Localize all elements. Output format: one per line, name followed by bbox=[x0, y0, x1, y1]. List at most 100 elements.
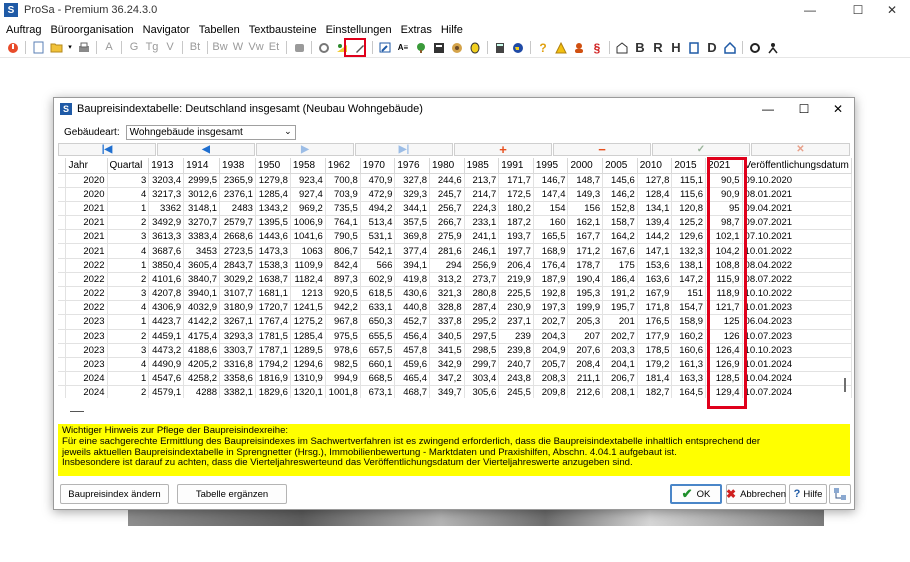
table-cell[interactable]: 1720,7 bbox=[255, 300, 291, 316]
table-cell[interactable]: 160,2 bbox=[671, 329, 707, 344]
column-header[interactable]: 1991 bbox=[498, 158, 534, 174]
table-cell[interactable]: 897,3 bbox=[325, 272, 361, 288]
table-cell[interactable]: 927,4 bbox=[290, 187, 326, 202]
table-cell[interactable]: 369,8 bbox=[394, 229, 430, 245]
table-cell[interactable]: 219,9 bbox=[498, 272, 534, 288]
paragraph-icon[interactable]: § bbox=[590, 41, 604, 55]
toolbar-letter-w[interactable]: W bbox=[231, 41, 245, 55]
table-cell[interactable]: 4459,1 bbox=[148, 329, 185, 344]
table-cell[interactable]: 240,7 bbox=[498, 357, 534, 373]
toolbar-letter-bw[interactable]: Bw bbox=[212, 41, 227, 55]
extend-table-button[interactable]: Tabelle ergänzen bbox=[177, 484, 287, 504]
table-cell[interactable]: 161,3 bbox=[671, 357, 707, 373]
table-cell[interactable]: 2024 bbox=[65, 385, 108, 398]
gebaeudeart-select[interactable]: Wohngebäude insgesamt ⌄ bbox=[125, 124, 296, 140]
refresh-icon[interactable] bbox=[748, 41, 762, 55]
calculator-grid-icon[interactable] bbox=[432, 41, 446, 55]
table-cell[interactable]: 147,1 bbox=[637, 243, 673, 259]
table-cell[interactable]: 1275,2 bbox=[290, 314, 326, 330]
table-cell[interactable]: 1 bbox=[107, 258, 150, 273]
table-cell[interactable]: 513,4 bbox=[360, 215, 396, 231]
table-cell[interactable]: 327,8 bbox=[394, 173, 430, 188]
table-cell[interactable]: 214,7 bbox=[464, 187, 500, 202]
table-cell[interactable]: 10.10.2022 bbox=[742, 286, 852, 302]
tools-icon[interactable] bbox=[317, 41, 331, 55]
table-cell[interactable]: 806,7 bbox=[325, 243, 361, 259]
table-cell[interactable]: 213,7 bbox=[464, 173, 500, 188]
table-cell[interactable]: 2 bbox=[107, 272, 150, 288]
table-cell[interactable]: 164,2 bbox=[602, 229, 638, 245]
table-cell[interactable]: 294 bbox=[429, 258, 465, 273]
column-header[interactable]: 2005 bbox=[602, 158, 638, 174]
table-cell[interactable]: 650,3 bbox=[360, 314, 396, 330]
table-cell[interactable]: 208,3 bbox=[533, 371, 569, 387]
toolbar-letter-b[interactable]: B bbox=[633, 41, 647, 55]
table-cell[interactable]: 165,5 bbox=[533, 229, 569, 245]
table-cell[interactable]: 211,1 bbox=[567, 371, 604, 387]
table-cell[interactable]: 2021 bbox=[65, 201, 108, 217]
dialog-minimize-button[interactable]: — bbox=[750, 98, 786, 120]
table-cell[interactable]: 4547,6 bbox=[148, 371, 185, 387]
table-cell[interactable]: 244,6 bbox=[429, 173, 465, 188]
table-cell[interactable]: 204,3 bbox=[533, 329, 569, 344]
help-button[interactable]: ? Hilfe bbox=[789, 484, 827, 504]
cancel-button[interactable]: ✖ Abbrechen bbox=[726, 484, 786, 504]
table-cell[interactable]: 1294,6 bbox=[290, 357, 326, 373]
new-document-icon[interactable] bbox=[31, 41, 45, 55]
table-cell[interactable]: 790,5 bbox=[325, 229, 361, 245]
table-cell[interactable]: 202,7 bbox=[602, 329, 638, 344]
table-cell[interactable]: 209,8 bbox=[533, 385, 569, 398]
table-cell[interactable]: 180,2 bbox=[498, 201, 534, 217]
table-cell[interactable]: 132,3 bbox=[671, 243, 707, 259]
toolbar-letter-v[interactable]: V bbox=[163, 41, 177, 55]
table-cell[interactable]: 09.10.2020 bbox=[742, 173, 852, 188]
table-cell[interactable]: 129,6 bbox=[671, 229, 707, 245]
column-header[interactable]: 1962 bbox=[325, 158, 361, 174]
table-cell[interactable]: 09.07.2021 bbox=[742, 215, 852, 231]
column-header[interactable]: 2010 bbox=[637, 158, 673, 174]
table-cell[interactable]: 394,1 bbox=[394, 258, 430, 273]
table-cell[interactable]: 207 bbox=[567, 329, 604, 344]
chevron-down-icon[interactable]: ⌄ bbox=[284, 126, 292, 137]
table-cell[interactable]: 171,7 bbox=[498, 173, 534, 188]
table-cell[interactable]: 186,4 bbox=[602, 272, 638, 288]
menu-hilfe[interactable]: Hilfe bbox=[441, 24, 463, 36]
table-cell[interactable]: 660,1 bbox=[360, 357, 396, 373]
table-cell[interactable]: 313,2 bbox=[429, 272, 465, 288]
table-cell[interactable]: 2020 bbox=[65, 173, 108, 188]
menu-extras[interactable]: Extras bbox=[401, 24, 432, 36]
toolbar-letter-d[interactable]: D bbox=[705, 41, 719, 55]
table-cell[interactable]: 237,1 bbox=[498, 314, 534, 330]
vertical-scrollbar[interactable] bbox=[844, 378, 846, 392]
table-cell[interactable]: 190,4 bbox=[567, 272, 604, 288]
table-cell[interactable]: 204,9 bbox=[533, 343, 569, 358]
table-cell[interactable]: 10.10.2023 bbox=[742, 343, 852, 358]
table-cell[interactable]: 4142,2 bbox=[183, 314, 221, 330]
table-cell[interactable]: 1285,4 bbox=[290, 329, 326, 344]
nav-cancel-button[interactable]: ✕ bbox=[751, 143, 850, 156]
table-cell[interactable]: 4188,6 bbox=[183, 343, 221, 358]
table-cell[interactable]: 602,9 bbox=[360, 272, 396, 288]
table-cell[interactable]: 1 bbox=[107, 314, 150, 330]
table-cell[interactable]: 4 bbox=[107, 300, 150, 316]
table-cell[interactable]: 167,9 bbox=[637, 286, 673, 302]
table-cell[interactable]: 1816,9 bbox=[255, 371, 291, 387]
table-cell[interactable]: 176,4 bbox=[533, 258, 569, 273]
table-cell[interactable]: 168,9 bbox=[533, 243, 569, 259]
table-cell[interactable]: 566 bbox=[360, 258, 396, 273]
toolbar-letter-vw[interactable]: Vw bbox=[248, 41, 263, 55]
table-cell[interactable]: 204,1 bbox=[602, 357, 638, 373]
table-cell[interactable]: 1681,1 bbox=[255, 286, 291, 302]
table-cell[interactable]: 703,9 bbox=[325, 187, 361, 202]
table-cell[interactable]: 125,2 bbox=[671, 215, 707, 231]
table-cell[interactable]: 700,8 bbox=[325, 173, 361, 188]
column-header[interactable]: 1976 bbox=[394, 158, 430, 174]
table-cell[interactable]: 195,3 bbox=[567, 286, 604, 302]
toolbar-letter-a[interactable]: A bbox=[102, 41, 116, 55]
column-header[interactable]: Veröffentlichungsdatum bbox=[742, 158, 852, 174]
table-cell[interactable]: 542,1 bbox=[360, 243, 396, 259]
table-cell[interactable]: 243,8 bbox=[498, 371, 534, 387]
table-cell[interactable]: 4490,9 bbox=[148, 357, 185, 373]
toolbar-letter-h[interactable]: H bbox=[669, 41, 683, 55]
table-cell[interactable]: 281,6 bbox=[429, 243, 465, 259]
